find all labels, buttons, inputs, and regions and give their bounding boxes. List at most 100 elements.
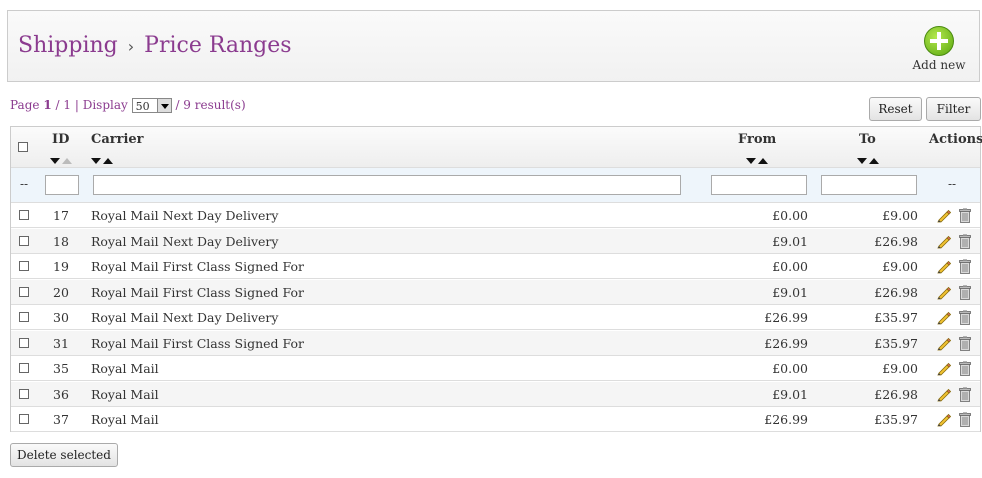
pencil-icon[interactable] (937, 235, 952, 249)
column-to[interactable]: To (859, 132, 876, 147)
row-carrier: Royal Mail Next Day Delivery (91, 233, 279, 249)
sort-id[interactable] (50, 153, 74, 167)
row-to: £35.97 (874, 412, 918, 427)
row-carrier: Royal Mail (91, 361, 159, 376)
row-from: £0.00 (772, 259, 808, 274)
sort-desc-icon[interactable] (746, 158, 756, 164)
trash-icon[interactable] (959, 361, 971, 376)
pencil-icon[interactable] (937, 413, 952, 427)
reset-button[interactable]: Reset (869, 97, 922, 121)
row-checkbox[interactable] (19, 261, 29, 271)
pencil-icon[interactable] (937, 311, 952, 325)
row-checkbox[interactable] (19, 388, 29, 399)
row-checkbox[interactable] (19, 286, 29, 297)
filter-placeholder-right: -- (948, 177, 957, 191)
filter-id-input[interactable] (45, 175, 79, 195)
trash-icon[interactable] (959, 259, 971, 274)
filter-row: -- -- (11, 168, 980, 203)
row-checkbox[interactable] (19, 235, 29, 246)
row-carrier: Royal Mail First Class Signed For (91, 259, 304, 274)
table-row: 30 Royal Mail Next Day Delivery £26.99 £35.… (11, 305, 980, 330)
column-id[interactable]: ID (52, 132, 69, 147)
row-to: £9.00 (882, 208, 918, 223)
row-from: £0.00 (772, 208, 808, 223)
trash-icon[interactable] (959, 310, 971, 325)
table-row: 18 Royal Mail Next Day Delivery £9.01 £26.9… (11, 228, 980, 254)
delete-selected-button[interactable]: Delete selected (10, 443, 118, 467)
sort-asc-icon[interactable] (103, 158, 113, 164)
row-from: £9.01 (772, 233, 808, 249)
row-checkbox[interactable] (19, 312, 29, 322)
row-carrier: Royal Mail First Class Signed For (91, 335, 304, 351)
table-row: 35 Royal Mail £0.00 £9.00 (11, 356, 980, 381)
table-row: 36 Royal Mail £9.01 £26.98 (11, 381, 980, 407)
column-carrier[interactable]: Carrier (91, 132, 144, 147)
sort-asc-icon[interactable] (758, 158, 768, 164)
sort-carrier[interactable] (91, 153, 115, 167)
sort-desc-icon[interactable] (50, 158, 60, 164)
row-from: £26.99 (764, 310, 808, 325)
table-row: 17 Royal Mail Next Day Delivery £0.00 £9.00 (11, 203, 980, 228)
select-all-checkbox[interactable] (18, 142, 28, 152)
table-row: 19 Royal Mail First Class Signed For £0.00… (11, 254, 980, 279)
toolbar: Shipping › Price Ranges Add new (7, 10, 980, 82)
trash-icon[interactable] (959, 284, 971, 300)
filter-button[interactable]: Filter (926, 97, 981, 121)
filter-carrier-input[interactable] (93, 175, 681, 195)
pencil-icon[interactable] (937, 209, 952, 223)
pencil-icon[interactable] (937, 337, 952, 351)
row-checkbox[interactable] (19, 210, 29, 220)
row-id: 37 (53, 412, 69, 427)
row-carrier: Royal Mail Next Day Delivery (91, 310, 279, 325)
sort-to[interactable] (857, 153, 881, 167)
display-count-select[interactable]: 50 (131, 98, 172, 113)
table-header: ID Carrier From To Actions (11, 127, 982, 168)
row-to: £26.98 (874, 284, 918, 300)
table-row: 20 Royal Mail First Class Signed For £9.01… (11, 279, 980, 305)
pencil-icon[interactable] (937, 260, 952, 274)
page-prefix: Page (10, 98, 40, 112)
pagination: Page 1 / 1 | Display 50 / 9 result(s) (10, 98, 246, 113)
trash-icon[interactable] (959, 412, 971, 427)
row-id: 19 (53, 259, 69, 274)
column-actions: Actions (929, 132, 982, 147)
filter-from-input[interactable] (711, 175, 807, 195)
trash-icon[interactable] (959, 208, 971, 223)
sort-asc-icon[interactable] (62, 158, 72, 164)
display-label: | Display (74, 98, 128, 112)
sort-from[interactable] (746, 153, 770, 167)
breadcrumb-separator-icon: › (127, 37, 135, 56)
trash-icon[interactable] (959, 335, 971, 351)
page-title: Price Ranges (144, 33, 292, 58)
breadcrumb-shipping-link[interactable]: Shipping (18, 33, 118, 58)
row-checkbox[interactable] (19, 363, 29, 373)
row-to: £26.98 (874, 386, 918, 402)
filter-to-input[interactable] (821, 175, 917, 195)
row-id: 31 (53, 335, 69, 351)
chevron-down-icon (156, 99, 171, 112)
row-to: £35.97 (874, 310, 918, 325)
pencil-icon[interactable] (937, 286, 952, 300)
table-row: 37 Royal Mail £26.99 £35.97 (11, 407, 980, 432)
pencil-icon[interactable] (937, 362, 952, 376)
row-to: £9.00 (882, 361, 918, 376)
row-from: £26.99 (764, 335, 808, 351)
trash-icon[interactable] (959, 386, 971, 402)
row-checkbox[interactable] (19, 414, 29, 424)
trash-icon[interactable] (959, 233, 971, 249)
row-id: 36 (53, 386, 69, 402)
sort-desc-icon[interactable] (91, 158, 101, 164)
plus-circle-icon (924, 26, 954, 56)
row-to: £35.97 (874, 335, 918, 351)
page-total-link[interactable]: 1 (63, 98, 71, 112)
pencil-icon[interactable] (937, 388, 952, 402)
column-from[interactable]: From (738, 132, 776, 147)
row-from: £26.99 (764, 412, 808, 427)
row-id: 17 (53, 208, 69, 223)
row-checkbox[interactable] (19, 337, 29, 348)
row-id: 18 (53, 233, 69, 249)
row-from: £9.01 (772, 386, 808, 402)
sort-desc-icon[interactable] (857, 158, 867, 164)
add-new-button[interactable]: Add new (909, 26, 969, 72)
sort-asc-icon[interactable] (869, 158, 879, 164)
